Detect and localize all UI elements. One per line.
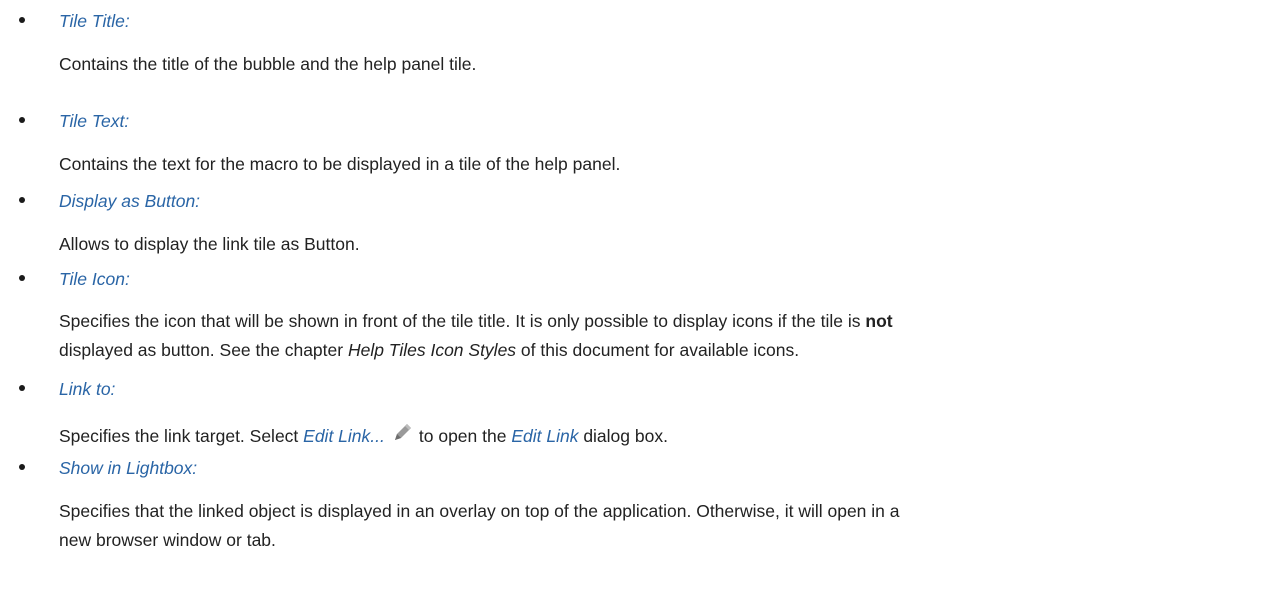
term-show-in-lightbox: Show in Lightbox: xyxy=(59,458,198,478)
description-line-2: displayed as button. See the chapter Hel… xyxy=(59,340,800,360)
bullet-icon xyxy=(16,14,28,26)
pencil-icon xyxy=(391,422,413,444)
bullet-icon xyxy=(16,272,28,284)
chapter-reference: Help Tiles Icon Styles xyxy=(347,340,517,360)
bullet-icon xyxy=(16,194,28,206)
description-line-1: Specifies that the linked object is disp… xyxy=(59,501,900,521)
description: Allows to display the link tile as Butto… xyxy=(59,234,360,254)
description: Specifies that the linked object is disp… xyxy=(59,501,900,559)
bullet-icon xyxy=(16,114,28,126)
description-line-2: new browser window or tab. xyxy=(59,530,276,550)
description-text: Contains the text for the macro to be di… xyxy=(59,154,621,174)
term-link-to: Link to: xyxy=(59,379,116,399)
term-display-as-button: Display as Button: xyxy=(59,191,201,211)
term-tile-icon: Tile Icon: xyxy=(59,269,130,289)
edit-link-reference: Edit Link... xyxy=(303,426,385,446)
bullet-icon xyxy=(16,382,28,394)
description: Specifies the icon that will be shown in… xyxy=(59,311,893,369)
edit-link-dialog-reference: Edit Link xyxy=(511,426,579,446)
term-tile-title: Tile Title: xyxy=(59,11,130,31)
emphasis-not: not xyxy=(865,311,893,331)
description: Contains the title of the bubble and the… xyxy=(59,54,476,74)
term-tile-text: Tile Text: xyxy=(59,111,130,131)
bullet-icon xyxy=(16,461,28,473)
description: Specifies the link target. Select Edit L… xyxy=(59,422,668,446)
description-line-1: Specifies the icon that will be shown in… xyxy=(59,311,893,331)
description-text: Allows to display the link tile as Butto… xyxy=(59,234,360,254)
description-text: Contains the title of the bubble and the… xyxy=(59,54,477,74)
description: Contains the text for the macro to be di… xyxy=(59,154,620,174)
